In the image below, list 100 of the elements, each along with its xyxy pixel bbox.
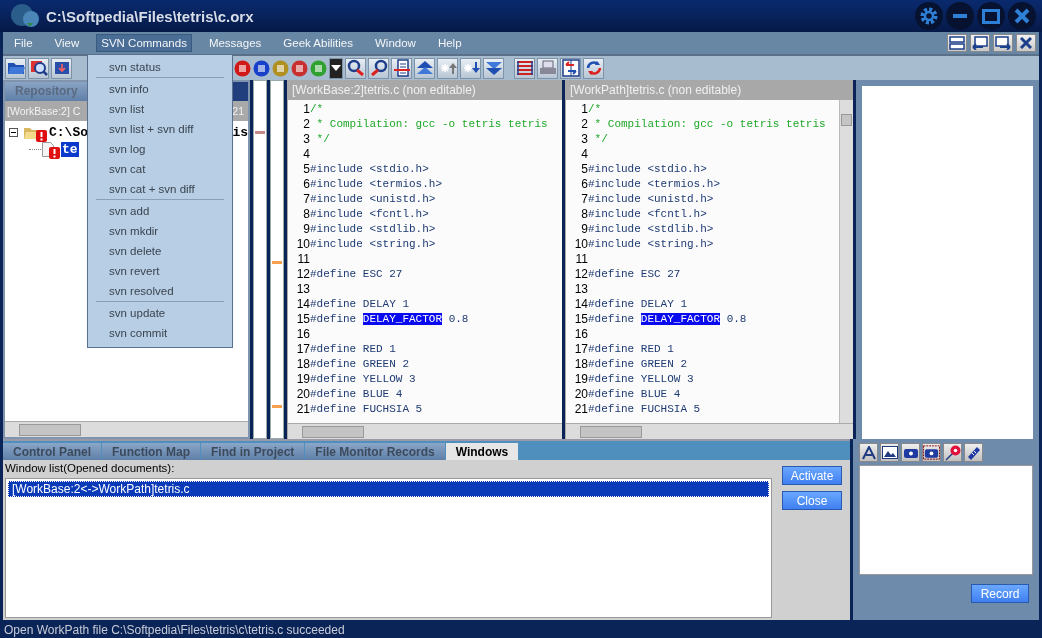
menu-option[interactable]: svn cat [88,159,232,179]
menu-option[interactable]: svn update [88,303,232,323]
code-text: */ [315,132,330,145]
menu-option[interactable]: svn status [88,57,232,77]
refresh-button[interactable] [583,57,604,79]
image-tool-button[interactable] [880,443,899,462]
line-number: 19 [573,371,588,386]
colored-circle-button[interactable] [310,59,327,77]
menu-item[interactable]: Window [370,34,421,52]
colored-circle-button[interactable] [253,59,270,77]
maximize-icon [982,8,1000,24]
find-files-button[interactable] [28,57,49,79]
menu-option[interactable]: svn log [88,139,232,159]
menu-item[interactable]: Geek Abilities [278,34,358,52]
colored-circle-button[interactable] [272,59,289,77]
vertical-scrollbar[interactable] [839,100,853,423]
line-number: 13 [295,281,310,296]
pin-button[interactable] [943,443,962,462]
close-icon [1020,37,1032,49]
horizontal-scrollbar[interactable] [288,423,562,439]
document-icon [392,59,411,77]
tile-button[interactable] [947,34,967,52]
menu-option[interactable]: svn add [88,201,232,221]
code-text: #include <stdlib.h> [588,222,714,235]
close-window-button[interactable] [1016,34,1036,52]
menu-option[interactable]: svn delete [88,241,232,261]
panel-tab[interactable]: Windows [445,443,519,460]
list-icon [515,60,534,76]
next-change-button[interactable] [460,57,481,79]
menu-option[interactable]: svn resolved [88,281,232,301]
code-text: #include <termios.h> [588,177,721,190]
find-next-button[interactable] [345,57,366,79]
compare-button[interactable] [560,57,581,79]
minimize-button[interactable] [946,2,974,30]
line-number: 11 [296,251,310,266]
menu-option[interactable]: svn commit [88,323,232,343]
tree-item[interactable]: te [61,142,79,157]
next-window-button[interactable] [993,34,1013,52]
previous-change-button[interactable] [437,57,458,79]
code-text: #define [588,312,636,325]
last-change-button[interactable] [483,57,504,79]
gear-icon [919,6,939,26]
menu-item[interactable]: SVN Commands [96,34,192,52]
menu-option[interactable]: svn revert [88,261,232,281]
menu-option[interactable]: svn list [88,99,232,119]
menu-item[interactable]: Help [432,34,467,52]
colored-circle-button[interactable] [234,59,251,77]
bandage-icon [965,444,982,461]
window-title: C:\Softpedia\Files\tetris\c.orx [46,7,254,25]
tree-item[interactable]: C:\So [48,125,89,140]
collapse-icon[interactable] [9,128,18,137]
code-text: #include <fcntl.h> [588,207,707,220]
horizontal-scrollbar[interactable] [5,421,248,437]
menu-item[interactable]: View [49,34,85,52]
previous-window-button[interactable] [970,34,990,52]
menu-item[interactable]: File [9,34,38,52]
line-number: 18 [573,356,588,371]
caret-down-icon [331,65,341,71]
menu-option[interactable]: svn cat + svn diff [88,179,232,199]
code-text: #include <stdlib.h> [310,222,436,235]
document-line-button[interactable] [391,57,412,79]
colored-circle-icon [253,59,270,77]
text-tool-button[interactable] [859,443,878,462]
folder-icon [6,61,25,75]
window-arrow-left-icon [972,36,988,50]
window-list-item[interactable]: [WorkBase:2<->WorkPath]tetris.c [8,481,769,497]
capture-button[interactable] [901,443,920,462]
code-text: #include <fcntl.h> [310,207,429,220]
line-number: 10 [295,236,310,251]
double-down-arrow-icon [484,60,503,76]
import-button[interactable] [51,57,72,79]
settings-button[interactable] [915,2,943,30]
first-change-button[interactable] [414,57,435,79]
list-button[interactable] [514,57,535,79]
code-text: #define [310,312,358,325]
close-button[interactable] [1008,2,1036,30]
menu-item[interactable]: Messages [203,34,267,52]
code-text: #include <string.h> [310,237,436,250]
line-number: 11 [574,251,588,266]
code-text: #define BLUE 4 [310,387,403,400]
attach-button[interactable] [964,443,983,462]
line-number: 10 [573,236,588,251]
find-previous-button[interactable] [368,57,389,79]
menu-option[interactable]: svn list + svn diff [88,119,232,139]
line-number: 15 [295,311,310,326]
horizontal-scrollbar[interactable] [566,423,853,439]
menu-option[interactable]: svn mkdir [88,221,232,241]
code-text: 0.8 [725,312,747,325]
line-number: 8 [580,206,588,221]
line-number: 9 [580,221,588,236]
capture-region-button[interactable] [922,443,941,462]
colored-circle-button[interactable] [291,59,308,77]
tile-icon [949,36,965,50]
code-text: #include <termios.h> [310,177,443,190]
editor-title: [WorkBase:2]tetris.c (non editable) [288,80,562,100]
code-text: #define BLUE 4 [588,387,681,400]
dropdown-button[interactable] [329,57,343,79]
code-text: #define ESC 27 [310,267,403,280]
open-folder-button[interactable] [5,57,26,79]
maximize-button[interactable] [977,2,1005,30]
